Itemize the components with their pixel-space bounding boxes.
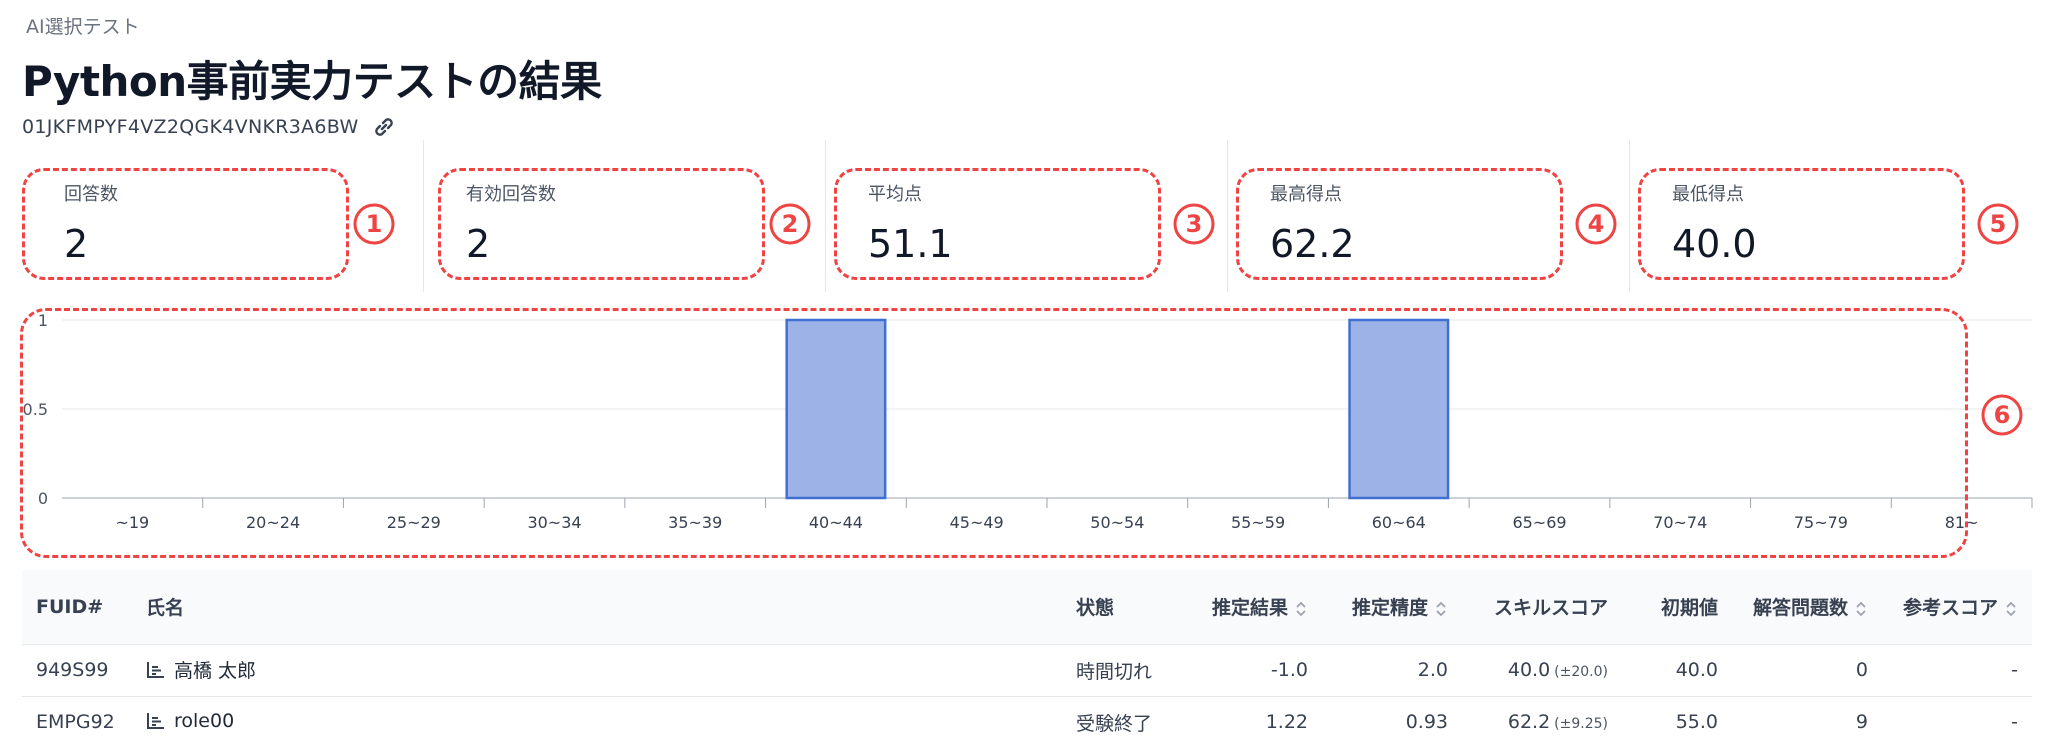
column-header[interactable]: 解答問題数 [1732,570,1882,644]
annotation-badge-2: 2 [769,203,811,245]
sort-icon[interactable] [1294,598,1308,620]
column-header[interactable]: 参考スコア [1882,570,2032,644]
skill-score: 62.2 [1507,711,1551,733]
column-header-label: 状態 [1076,597,1115,620]
user-name-link[interactable]: 高橋 太郎 [146,656,256,683]
initial-value-cell: 55.0 [1622,696,1732,748]
stat-valid-count: 有効回答数 2 2 [424,140,826,292]
skill-score-error: (±20.0) [1554,664,1608,680]
stat-label: 回答数 [64,184,118,205]
column-header-label: スキルスコア [1493,597,1608,620]
stat-label: 有効回答数 [466,184,556,205]
column-header: 初期値 [1622,570,1732,644]
annotation-badge-4: 4 [1575,203,1617,245]
annotation-badge-5: 5 [1977,203,2019,245]
svg-text:6: 6 [1994,401,2011,429]
stat-label: 平均点 [868,184,922,205]
column-header: 氏名 [132,570,1062,644]
skill-score-error: (±9.25) [1554,716,1608,732]
test-id: 01JKFMPYF4VZ2QGK4VNKR3A6BW [22,116,359,138]
fuid-cell: EMPG92 [22,696,132,748]
stat-value: 40.0 [1672,222,1757,266]
user-name-link[interactable]: role00 [146,710,234,732]
column-header[interactable]: 推定結果 [1182,570,1322,644]
fuid-cell: 949S99 [22,644,132,697]
reference-score-cell: - [1882,644,2032,697]
column-header-label: 解答問題数 [1752,597,1848,620]
precision-cell: 2.0 [1322,644,1462,697]
annotation-badge-1: 1 [353,203,395,245]
user-name: role00 [174,709,235,732]
stat-value: 2 [64,222,89,266]
column-header-label: 参考スコア [1902,597,1998,620]
stat-value: 2 [466,222,491,266]
table-row[interactable]: 949S99 高橋 太郎 時間切れ -1.0 2.0 40.0 (±20.0) 40.0 0- [22,644,2032,697]
column-header: FUID# [22,570,132,644]
column-header[interactable]: 推定精度 [1322,570,1462,644]
skill-score-cell: 40.0 (±20.0) [1462,644,1622,697]
stat-average: 平均点 51.1 3 [826,140,1228,292]
answered-count-cell: 9 [1732,696,1882,748]
status-cell: 受験終了 [1062,696,1182,748]
stat-label: 最高得点 [1270,184,1342,205]
column-header-label: FUID# [36,595,104,618]
table-header-row: FUID# 氏名 状態 推定結果 推定精度 スキルスコア 初期値 解答問題数 参考スコア [22,570,2032,644]
sort-icon[interactable] [1434,598,1448,620]
reference-score-cell: - [1882,696,2032,748]
name-cell: 高橋 太郎 [132,644,1062,697]
svg-text:2: 2 [782,210,799,238]
user-name: 高橋 太郎 [174,660,257,683]
column-header: スキルスコア [1462,570,1622,644]
column-header: 状態 [1062,570,1182,644]
annotation-badge-3: 3 [1173,203,1215,245]
page-title: Python事前実力テストの結果 [22,57,602,106]
column-header-label: 推定結果 [1211,597,1288,620]
estimate-cell: 1.22 [1182,696,1322,748]
precision-cell: 0.93 [1322,696,1462,748]
link-icon[interactable] [371,116,397,138]
sort-icon[interactable] [1854,598,1868,620]
svg-text:1: 1 [366,210,383,238]
test-id-row: 01JKFMPYF4VZ2QGK4VNKR3A6BW [22,116,397,138]
status-cell: 時間切れ [1062,644,1182,697]
initial-value-cell: 40.0 [1622,644,1732,697]
column-header-label: 初期値 [1660,597,1718,620]
annotation-box [20,308,1968,558]
bar-chart-icon [147,712,164,729]
svg-text:4: 4 [1588,210,1605,238]
bar-chart-icon [147,661,164,678]
name-cell: role00 [132,696,1062,748]
table-body: 949S99 高橋 太郎 時間切れ -1.0 2.0 40.0 (±20.0) 40.0 0- E… [22,644,2032,748]
svg-text:3: 3 [1186,210,1203,238]
sort-icon[interactable] [2004,598,2018,620]
annotation-badge-6: 6 [1981,394,2023,436]
skill-score-cell: 62.2 (±9.25) [1462,696,1622,748]
stats-row: 回答数 2 1 有効回答数 2 2 平均点 51.1 3 最高得点 62.2 4… [22,140,2032,292]
stat-value: 51.1 [868,222,953,266]
breadcrumb[interactable]: AI選択テスト [26,12,140,39]
results-table: FUID# 氏名 状態 推定結果 推定精度 スキルスコア 初期値 解答問題数 参考スコア 949… [22,570,2032,748]
stat-response-count: 回答数 2 1 [22,140,424,292]
column-header-label: 推定精度 [1351,597,1428,620]
table-row[interactable]: EMPG92 role00 受験終了 1.22 0.93 62.2 (±9.25) 55.0 9… [22,696,2032,748]
stat-value: 62.2 [1270,222,1355,266]
svg-text:5: 5 [1990,210,2007,238]
answered-count-cell: 0 [1732,644,1882,697]
column-header-label: 氏名 [146,597,185,620]
stat-max: 最高得点 62.2 4 [1228,140,1630,292]
skill-score: 40.0 [1507,659,1551,681]
stat-min: 最低得点 40.0 5 [1630,140,2032,292]
stat-label: 最低得点 [1672,184,1744,205]
estimate-cell: -1.0 [1182,644,1322,697]
